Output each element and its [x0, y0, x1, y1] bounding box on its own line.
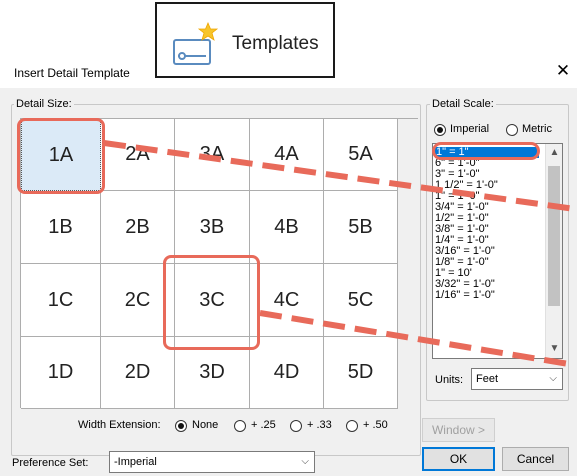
width-ext-50-label: + .50: [363, 419, 388, 431]
dialog-title: Insert Detail Template: [14, 66, 130, 80]
size-cell-3D[interactable]: 3D: [175, 337, 250, 409]
size-cell-1B[interactable]: 1B: [21, 191, 101, 264]
close-icon[interactable]: ✕: [554, 62, 572, 80]
ok-button[interactable]: OK: [422, 447, 495, 471]
units-select[interactable]: Feet ⌵: [471, 368, 563, 390]
width-ext-50-radio[interactable]: [346, 420, 358, 432]
size-cell-3C[interactable]: 3C: [175, 264, 250, 337]
units-value: Feet: [476, 373, 499, 385]
size-cell-5C[interactable]: 5C: [324, 264, 398, 337]
imperial-label: Imperial: [450, 123, 490, 135]
size-cell-4A[interactable]: 4A: [250, 119, 324, 191]
detail-scale-list[interactable]: 1" = 1" 6" = 1'-0" 3" = 1'-0" 1 1/2" = 1…: [432, 143, 563, 359]
window-button[interactable]: Window >: [422, 418, 495, 442]
detail-size-label: Detail Size:: [14, 98, 74, 110]
cancel-button[interactable]: Cancel: [502, 447, 569, 471]
preference-set-select[interactable]: -Imperial ⌵: [109, 451, 315, 473]
metric-label: Metric: [522, 123, 552, 135]
width-ext-25-radio[interactable]: [234, 420, 246, 432]
size-cell-3B[interactable]: 3B: [175, 191, 250, 264]
imperial-radio[interactable]: [434, 124, 446, 136]
size-cell-2D[interactable]: 2D: [101, 337, 175, 409]
size-cell-5D[interactable]: 5D: [324, 337, 398, 409]
preference-set-value: -Imperial: [114, 456, 157, 468]
size-cell-5A[interactable]: 5A: [324, 119, 398, 191]
size-cell-1D[interactable]: 1D: [21, 337, 101, 409]
size-cell-1C[interactable]: 1C: [21, 264, 101, 337]
width-ext-none-label: None: [192, 419, 219, 431]
width-ext-none-radio[interactable]: [175, 420, 187, 432]
scale-list-scrollbar[interactable]: ▲ ▼: [545, 144, 562, 358]
width-ext-33-label: + .33: [307, 419, 332, 431]
chevron-down-icon: ⌵: [301, 456, 309, 467]
width-ext-33-radio[interactable]: [290, 420, 302, 432]
scrollbar-thumb[interactable]: [548, 166, 560, 306]
preference-set-label: Preference Set:: [12, 457, 89, 469]
scroll-up-icon[interactable]: ▲: [546, 144, 562, 161]
width-ext-25-label: + .25: [251, 419, 276, 431]
size-cell-4D[interactable]: 4D: [250, 337, 324, 409]
size-cell-5B[interactable]: 5B: [324, 191, 398, 264]
scroll-down-icon[interactable]: ▼: [546, 340, 562, 357]
detail-scale-label: Detail Scale:: [430, 98, 496, 110]
templates-icon[interactable]: [172, 22, 224, 68]
width-extension-label: Width Extension:: [78, 419, 161, 431]
size-cell-2B[interactable]: 2B: [101, 191, 175, 264]
units-label: Units:: [435, 374, 464, 386]
size-cell-1A[interactable]: 1A: [21, 119, 101, 191]
scale-item[interactable]: 1/16" = 1'-0": [435, 290, 495, 301]
size-cell-3A[interactable]: 3A: [175, 119, 250, 191]
size-cell-4B[interactable]: 4B: [250, 191, 324, 264]
metric-radio[interactable]: [506, 124, 518, 136]
detail-size-grid: 1A 2A 3A 4A 5A 1B 2B 3B 4B 5B 1C 2C 3C 4…: [20, 118, 418, 409]
chevron-down-icon: ⌵: [549, 373, 557, 384]
size-cell-2A[interactable]: 2A: [101, 119, 175, 191]
templates-label: Templates: [232, 33, 319, 54]
size-cell-2C[interactable]: 2C: [101, 264, 175, 337]
size-cell-4C[interactable]: 4C: [250, 264, 324, 337]
